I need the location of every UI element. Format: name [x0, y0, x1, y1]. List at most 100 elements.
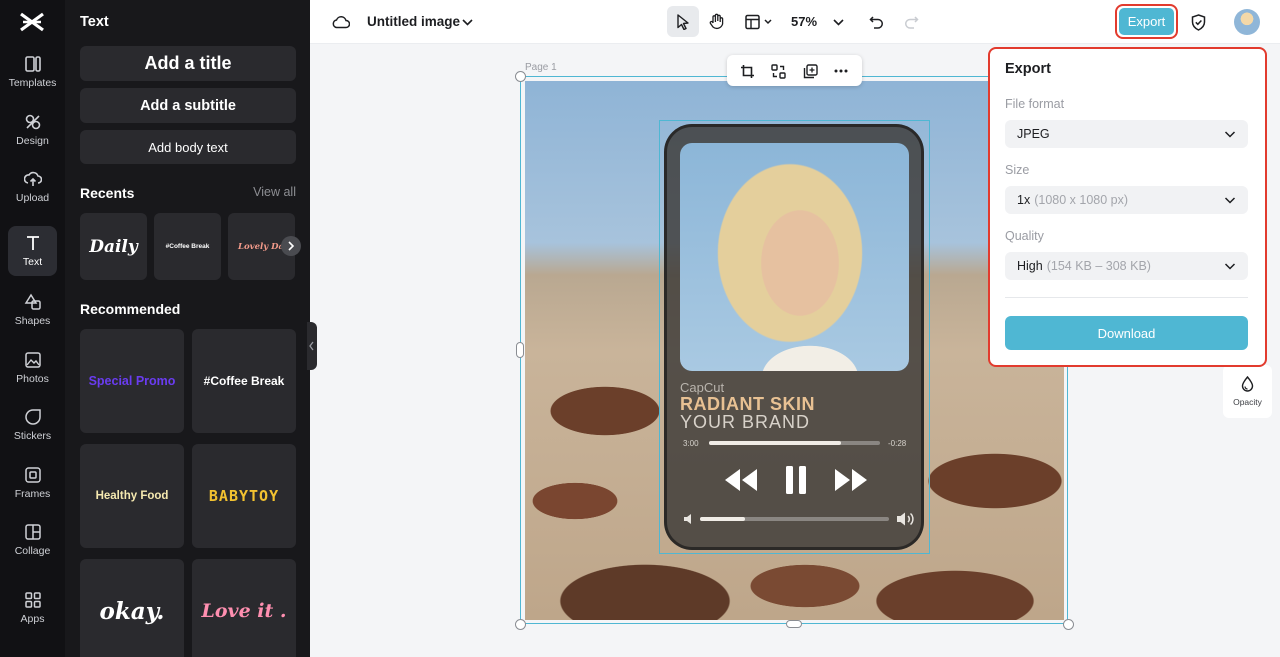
zoom-level[interactable]: 57%	[791, 14, 817, 29]
upload-icon	[23, 171, 42, 186]
tile-label: Healthy Food	[95, 490, 169, 502]
quality-value: High	[1017, 259, 1043, 273]
recent-label: Daily	[89, 236, 138, 257]
file-format-select[interactable]: JPEG	[1005, 120, 1248, 148]
rail-item-frames[interactable]: Frames	[8, 458, 57, 508]
size-select[interactable]: 1x (1080 x 1080 px)	[1005, 186, 1248, 214]
pause-icon[interactable]	[784, 465, 808, 495]
text-icon	[26, 236, 39, 250]
photos-icon	[24, 352, 41, 368]
quality-select[interactable]: High (154 KB – 308 KB)	[1005, 252, 1248, 280]
download-button[interactable]: Download	[1005, 316, 1248, 350]
recommended-okay[interactable]: okay.	[80, 559, 184, 657]
title-dropdown[interactable]	[460, 14, 474, 30]
collage-icon	[24, 524, 41, 540]
select-tool-button[interactable]	[667, 6, 699, 37]
add-subtitle-button[interactable]: Add a subtitle	[80, 88, 296, 123]
cloud-icon	[332, 16, 350, 29]
player-subline[interactable]: YOUR BRAND	[680, 412, 810, 433]
recommended-healthy-food[interactable]: Healthy Food	[80, 444, 184, 548]
rail-label: Design	[16, 135, 49, 147]
rail-label: Photos	[16, 373, 49, 385]
hand-icon	[709, 13, 723, 30]
add-title-button[interactable]: Add a title	[80, 46, 296, 81]
replace-button[interactable]	[769, 62, 787, 80]
quality-label: Quality	[1005, 229, 1044, 243]
export-panel-title: Export	[1005, 61, 1051, 77]
rail-label: Upload	[15, 192, 50, 204]
rail-label: Shapes	[14, 315, 51, 327]
recents-title: Recents	[80, 185, 135, 201]
recommended-love-it[interactable]: Love it .	[192, 559, 296, 657]
recommended-title: Recommended	[80, 301, 181, 317]
fast-forward-icon[interactable]	[834, 467, 868, 493]
recent-text-daily[interactable]: Daily	[80, 213, 147, 280]
undo-button[interactable]	[865, 11, 887, 33]
apps-icon	[24, 592, 41, 608]
zoom-dropdown[interactable]	[830, 14, 846, 30]
templates-icon	[24, 56, 41, 72]
recommended-special-promo[interactable]: Special Promo	[80, 329, 184, 433]
rail-label: Collage	[14, 545, 51, 557]
add-body-text-button[interactable]: Add body text	[80, 130, 296, 164]
rail-label: Apps	[20, 613, 45, 625]
shield-icon	[1191, 13, 1205, 31]
shapes-icon	[24, 293, 41, 310]
player-photo[interactable]	[680, 143, 909, 371]
crop-button[interactable]	[738, 62, 756, 80]
chevron-down-icon	[1224, 263, 1236, 270]
hand-tool-button[interactable]	[706, 11, 728, 33]
tile-label: BABYTOY	[208, 487, 280, 505]
view-all-link[interactable]: View all	[253, 185, 296, 199]
layout-icon	[745, 14, 772, 30]
document-title[interactable]: Untitled image	[367, 14, 460, 29]
element-toolbar	[727, 55, 862, 86]
resize-handle-top-left[interactable]	[515, 71, 526, 82]
quality-detail: (154 KB – 308 KB)	[1046, 259, 1151, 273]
player-app-name[interactable]: CapCut	[680, 380, 724, 395]
chevron-down-icon	[461, 18, 473, 26]
page-label: Page 1	[525, 62, 557, 73]
resize-handle-bottom-left[interactable]	[515, 619, 526, 630]
redo-button[interactable]	[900, 11, 922, 33]
capcut-logo-icon[interactable]	[18, 10, 46, 34]
rail-item-templates[interactable]: Templates	[8, 47, 57, 97]
chevron-left-icon	[309, 341, 314, 351]
duplicate-icon	[803, 63, 818, 78]
export-button[interactable]: Export	[1119, 8, 1174, 35]
size-detail: (1080 x 1080 px)	[1034, 193, 1129, 207]
more-options-button[interactable]	[832, 62, 850, 80]
duplicate-button[interactable]	[801, 62, 819, 80]
cloud-save-button[interactable]	[330, 12, 352, 32]
design-icon	[25, 114, 40, 130]
resize-handle-bottom-right[interactable]	[1063, 619, 1074, 630]
rail-item-shapes[interactable]: Shapes	[8, 285, 57, 335]
file-format-value: JPEG	[1017, 127, 1050, 141]
size-value: 1x	[1017, 193, 1031, 207]
rail-item-apps[interactable]: Apps	[8, 583, 57, 633]
undo-icon	[868, 16, 883, 29]
layout-menu-button[interactable]	[742, 11, 776, 33]
rail-item-stickers[interactable]: Stickers	[8, 400, 57, 450]
player-time-remaining: -0:28	[888, 439, 907, 448]
rail-item-text[interactable]: Text	[8, 226, 57, 276]
resize-handle-left[interactable]	[516, 342, 524, 358]
more-icon	[834, 69, 848, 73]
user-avatar[interactable]	[1234, 9, 1260, 35]
recommended-coffee-break[interactable]: #Coffee Break	[192, 329, 296, 433]
rail-item-collage[interactable]: Collage	[8, 515, 57, 565]
recent-text-coffee-break[interactable]: #Coffee Break	[154, 213, 221, 280]
rail-item-upload[interactable]: Upload	[8, 162, 57, 212]
opacity-drop-icon	[1241, 376, 1254, 392]
security-button[interactable]	[1187, 11, 1209, 33]
collapse-panel-handle[interactable]	[307, 322, 317, 370]
rewind-icon[interactable]	[724, 467, 758, 493]
rail-item-design[interactable]: Design	[8, 105, 57, 155]
size-label: Size	[1005, 163, 1030, 177]
opacity-button[interactable]: Opacity	[1223, 365, 1272, 418]
resize-handle-bottom[interactable]	[786, 620, 802, 628]
recents-next-button[interactable]	[281, 236, 301, 256]
rail-item-photos[interactable]: Photos	[8, 343, 57, 393]
recent-label: #Coffee Break	[165, 243, 210, 250]
recommended-babytoy[interactable]: BABYTOY	[192, 444, 296, 548]
